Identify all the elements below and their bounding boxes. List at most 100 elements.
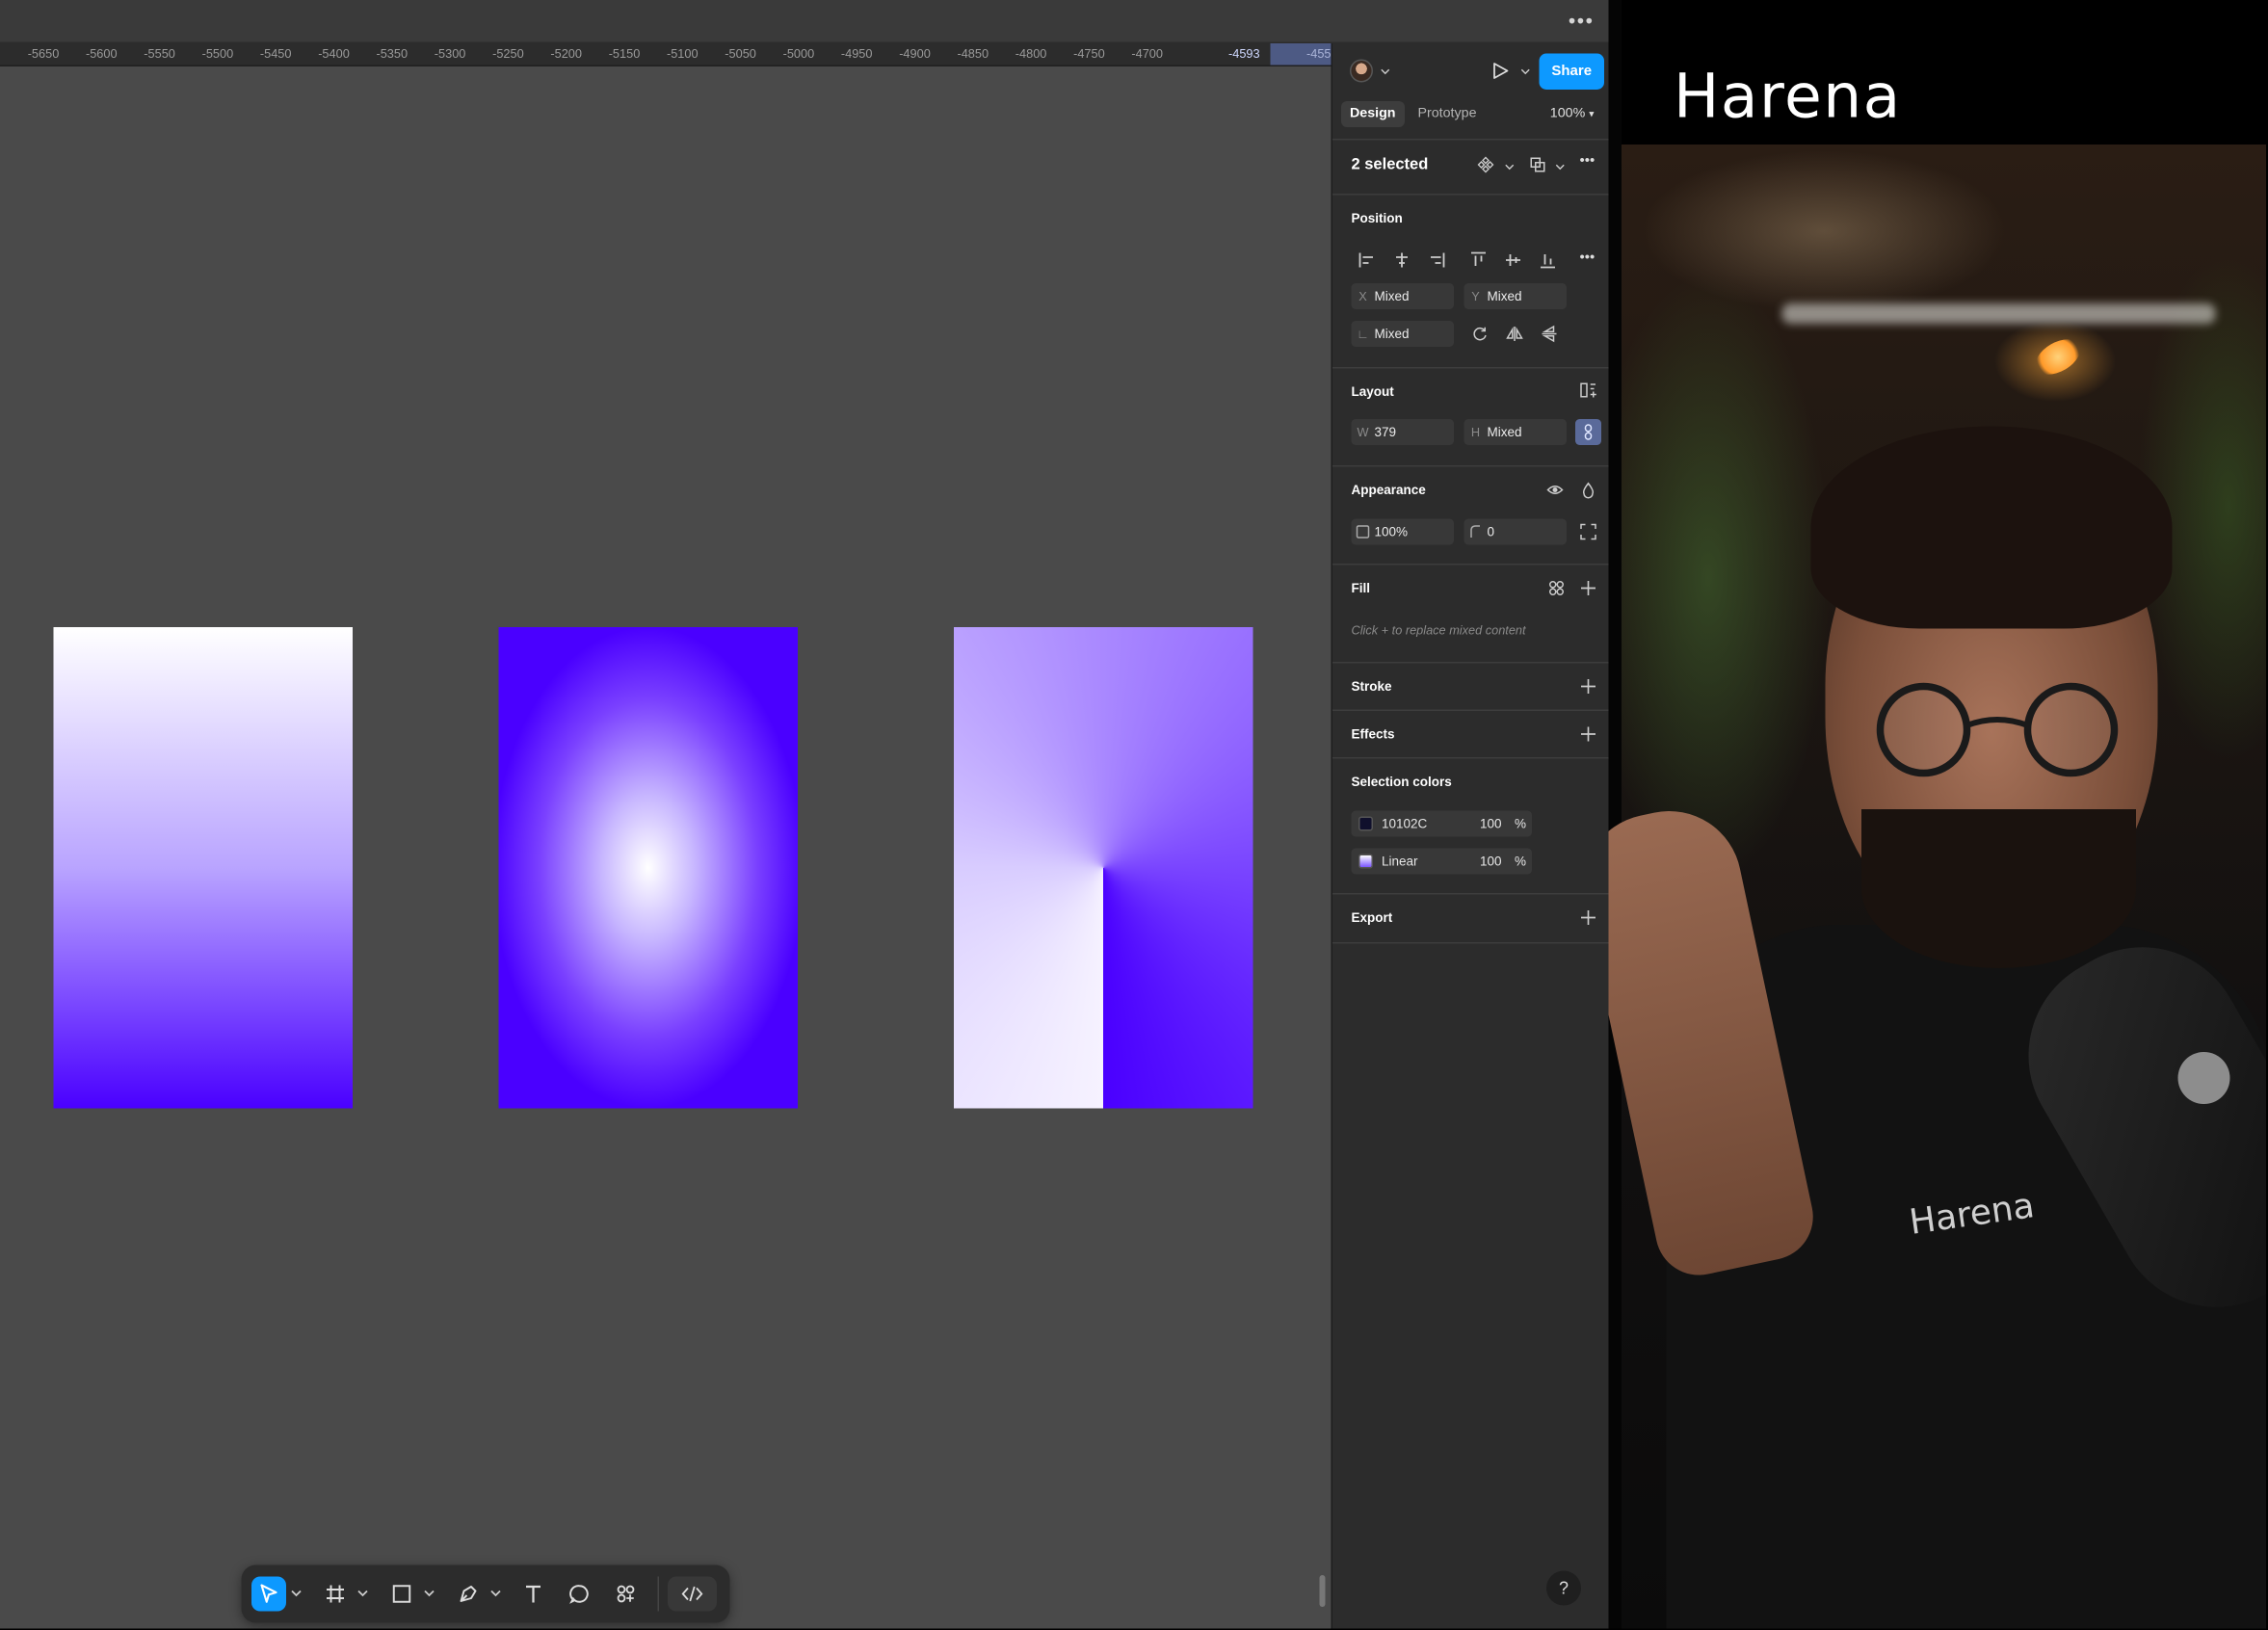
ruler-tick: -5200 — [550, 46, 583, 61]
ruler-selection-start: -4593 — [1228, 46, 1260, 61]
add-stroke-icon[interactable] — [1580, 678, 1597, 696]
height-field[interactable]: H Mixed — [1464, 419, 1567, 445]
chevron-down-icon[interactable] — [490, 1586, 502, 1600]
color-opacity: 100 — [1480, 816, 1502, 831]
selection-color-row[interactable]: 10102C 100 % — [1351, 810, 1532, 837]
chevron-down-icon[interactable] — [1520, 66, 1531, 77]
appearance-title: Appearance — [1351, 483, 1426, 497]
divider — [1332, 942, 1610, 944]
ruler-tick: -4900 — [899, 46, 931, 61]
stroke-title: Stroke — [1351, 679, 1392, 694]
share-button[interactable]: Share — [1539, 53, 1604, 90]
opacity-icon — [1356, 525, 1370, 539]
cursor-icon — [260, 1584, 277, 1603]
components-tool-button[interactable] — [609, 1577, 644, 1612]
w-label: W — [1357, 425, 1369, 439]
move-tool-button[interactable] — [251, 1576, 286, 1612]
pen-tool-button[interactable] — [451, 1577, 486, 1612]
chevron-down-icon: ▾ — [1589, 110, 1595, 120]
add-export-icon[interactable] — [1580, 909, 1597, 927]
percent-unit: % — [1515, 854, 1527, 869]
ruler-tick: -5000 — [782, 46, 815, 61]
corner-radius-value: 0 — [1487, 524, 1495, 539]
align-center-h-icon[interactable] — [1392, 250, 1412, 271]
gradient-swatch[interactable] — [1358, 854, 1373, 869]
canvas-scrollbar[interactable] — [1319, 1575, 1326, 1607]
code-icon — [681, 1586, 703, 1602]
text-tool-button[interactable] — [516, 1577, 551, 1612]
top-bar: ••• — [0, 0, 1609, 43]
independent-corners-icon[interactable] — [1580, 523, 1597, 540]
divider — [1332, 194, 1610, 196]
selection-color-row[interactable]: Linear 100 % — [1351, 848, 1532, 875]
boolean-ops-icon[interactable] — [1529, 156, 1546, 173]
chevron-down-icon[interactable] — [291, 1586, 303, 1600]
color-hex: 10102C — [1382, 816, 1428, 831]
y-value: Mixed — [1487, 289, 1522, 303]
divider — [1332, 139, 1610, 141]
corner-radius-field[interactable]: 0 — [1464, 518, 1567, 545]
flip-vertical-icon[interactable] — [1541, 325, 1558, 343]
fill-hint: Click + to replace mixed content — [1351, 622, 1526, 638]
brand-logo: Harena — [1674, 61, 1902, 132]
webcam-overlay: Harena Harena — [1608, 0, 2266, 1629]
x-field[interactable]: X Mixed — [1351, 283, 1454, 309]
rectangle-icon — [392, 1585, 411, 1603]
align-top-icon[interactable] — [1468, 250, 1489, 271]
constrain-proportions-toggle[interactable] — [1575, 419, 1601, 445]
design-canvas[interactable] — [0, 66, 1332, 1629]
styles-icon[interactable] — [1548, 580, 1566, 597]
ruler-tick: -5600 — [85, 46, 118, 61]
chevron-down-icon[interactable] — [1505, 162, 1516, 172]
radial-gradient-frame[interactable] — [498, 627, 798, 1109]
ruler-tick: -5550 — [144, 46, 175, 61]
more-icon[interactable]: ••• — [1580, 250, 1596, 267]
gradient-type: Linear — [1382, 854, 1418, 869]
rectangle-tool-button[interactable] — [384, 1577, 419, 1612]
align-left-icon[interactable] — [1358, 250, 1378, 271]
align-right-icon[interactable] — [1427, 250, 1447, 271]
chevron-down-icon[interactable] — [424, 1586, 435, 1600]
ruler-tick: -4750 — [1073, 46, 1105, 61]
h-label: H — [1470, 425, 1481, 439]
horizontal-ruler: -4593 -455 -5650 -5600 -5550 -5500 -5450 -540… — [0, 43, 1332, 66]
more-options-icon[interactable]: ••• — [1569, 9, 1595, 32]
more-icon[interactable]: ••• — [1580, 153, 1596, 170]
opacity-field[interactable]: 100% — [1351, 518, 1454, 545]
y-label: Y — [1471, 289, 1480, 303]
width-field[interactable]: W 379 — [1351, 419, 1454, 445]
frame-tool-button[interactable] — [318, 1577, 353, 1612]
help-button[interactable]: ? — [1546, 1570, 1581, 1606]
dev-mode-toggle[interactable] — [668, 1576, 717, 1612]
divider — [1332, 757, 1610, 759]
y-field[interactable]: Y Mixed — [1464, 283, 1567, 309]
color-swatch[interactable] — [1358, 816, 1373, 831]
tab-prototype[interactable]: Prototype — [1410, 101, 1486, 127]
add-fill-icon[interactable] — [1580, 580, 1597, 597]
eye-icon[interactable] — [1546, 482, 1564, 499]
alignment-controls — [1352, 248, 1569, 274]
linear-gradient-frame[interactable] — [53, 627, 353, 1109]
ruler-tick: -5150 — [608, 46, 641, 61]
flip-horizontal-icon[interactable] — [1506, 326, 1523, 343]
drop-icon[interactable] — [1580, 482, 1597, 499]
tab-design[interactable]: Design — [1341, 101, 1405, 127]
play-icon[interactable] — [1490, 61, 1511, 81]
x-value: Mixed — [1374, 289, 1410, 303]
add-effect-icon[interactable] — [1580, 725, 1597, 743]
comment-tool-button[interactable] — [563, 1577, 597, 1612]
zoom-level[interactable]: 100% ▾ — [1550, 106, 1595, 122]
rotate-icon[interactable] — [1471, 326, 1489, 343]
angular-gradient-frame[interactable] — [954, 627, 1253, 1109]
rotation-value: Mixed — [1374, 327, 1410, 341]
h-value: Mixed — [1487, 425, 1522, 439]
chevron-down-icon[interactable] — [1555, 162, 1566, 172]
rotation-field[interactable]: ∟ Mixed — [1351, 321, 1454, 347]
component-icon[interactable] — [1477, 156, 1494, 173]
align-center-v-icon[interactable] — [1503, 250, 1523, 271]
align-bottom-icon[interactable] — [1538, 250, 1558, 271]
chevron-down-icon[interactable] — [357, 1586, 369, 1600]
avatar[interactable] — [1350, 59, 1373, 83]
auto-layout-icon[interactable] — [1580, 381, 1597, 399]
chevron-down-icon[interactable] — [1381, 66, 1391, 77]
